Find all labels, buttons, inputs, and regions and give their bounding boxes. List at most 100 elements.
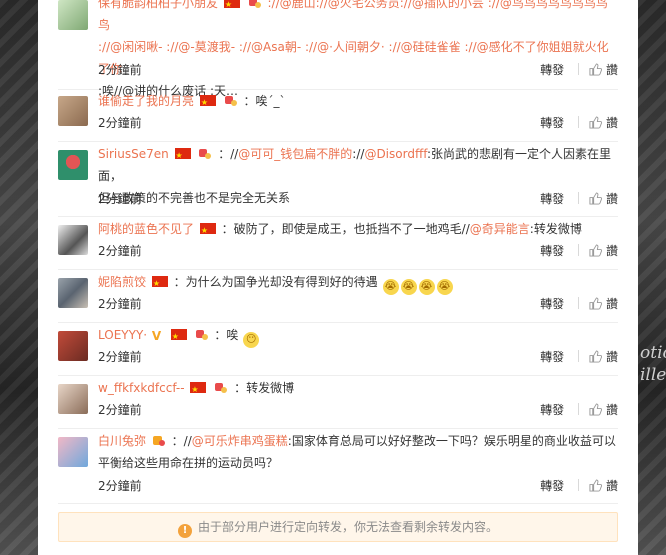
china-flag-icon xyxy=(151,273,168,295)
mention-link[interactable]: @Disordfff xyxy=(364,147,427,161)
china-flag-icon xyxy=(199,220,216,242)
medal-icon xyxy=(224,96,237,106)
timestamp: 2分鐘前 xyxy=(98,297,142,311)
avatar[interactable] xyxy=(58,331,88,361)
comment-meta: 2分鐘前 轉發 讚 xyxy=(98,242,618,260)
timestamp: 2分鐘前 xyxy=(98,63,142,77)
username-link[interactable]: 白川兔弥 xyxy=(98,434,146,448)
notice-text: 由于部分用户进行定向转发，你无法查看剩余转发内容。 xyxy=(197,520,498,534)
comment-meta: 2分鐘前 轉發 讚 xyxy=(98,401,618,419)
list-item: 阿桃的蓝色不见了 ：破防了，即使是成王，也抵挡不了一地鸡毛//@奇异能言:转发微… xyxy=(58,217,618,270)
avatar[interactable] xyxy=(58,225,88,255)
like-button[interactable]: 讚 xyxy=(577,477,618,495)
thumbs-up-icon xyxy=(589,403,602,416)
username-link[interactable]: 保有脆韵柏柏子小朋友 xyxy=(98,0,218,10)
list-item: LOEYYY· V ：唉 😶 2分鐘前 轉發 讚 xyxy=(58,323,618,376)
thumbs-up-icon xyxy=(589,63,602,76)
thumbs-up-icon xyxy=(589,116,602,129)
background-photo-left xyxy=(0,0,38,555)
verified-v-icon: V xyxy=(151,329,162,343)
timestamp: 2分鐘前 xyxy=(98,350,142,364)
list-item: w_ffkfxkdfccf-- ：转发微博 2分鐘前 轉發 讚 xyxy=(58,376,618,429)
avatar[interactable] xyxy=(58,437,88,467)
crying-emoji-icon: 😭 xyxy=(418,279,435,295)
comment-text: ：转发微博 xyxy=(234,381,295,395)
username-link[interactable]: 阿桃的蓝色不见了 xyxy=(98,222,194,236)
forward-button[interactable]: 轉發 xyxy=(540,190,564,208)
username-link[interactable]: 妮陷煎饺 xyxy=(98,275,146,289)
crying-emoji-icon: 😭 xyxy=(382,279,399,295)
forward-button[interactable]: 轉發 xyxy=(540,295,564,313)
forward-button[interactable]: 轉發 xyxy=(540,477,564,495)
avatar[interactable] xyxy=(58,0,88,30)
medal-icon xyxy=(248,0,261,8)
like-button[interactable]: 讚 xyxy=(577,61,618,79)
avatar[interactable] xyxy=(58,96,88,126)
like-button[interactable]: 讚 xyxy=(577,114,618,132)
crying-emoji-icon: 😭 xyxy=(400,279,417,295)
timestamp: 2分鐘前 xyxy=(98,192,142,206)
avatar[interactable] xyxy=(58,278,88,308)
china-flag-icon xyxy=(190,379,207,401)
mention-link[interactable]: @可乐炸串鸡蛋糕 xyxy=(192,434,288,448)
background-photo-right xyxy=(638,0,666,555)
avatar[interactable] xyxy=(58,150,88,180)
comment-text: ：唉 xyxy=(214,328,239,342)
repost-list-panel: 保有脆韵柏柏子小朋友 ://@鹿山://@火宅公务员://@插队的小芸 ://@… xyxy=(38,0,638,555)
mention-link[interactable]: @可可_钱包扁不胖的 xyxy=(238,147,352,161)
face-emoji-icon: 😶 xyxy=(243,332,260,348)
timestamp: 2分鐘前 xyxy=(98,116,142,130)
list-item: 白川兔弥 ：//@可乐炸串鸡蛋糕:国家体育总局可以好好整改一下吗？娱乐明星的商业… xyxy=(58,429,618,504)
medal-icon xyxy=(152,436,165,446)
forward-button[interactable]: 轉發 xyxy=(540,348,564,366)
comment-meta: 2分鐘前 轉發 讚 xyxy=(98,477,618,495)
thumbs-up-icon xyxy=(589,192,602,205)
comment-meta: 2分鐘前 轉發 讚 xyxy=(98,114,618,132)
thumbs-up-icon xyxy=(589,244,602,257)
like-button[interactable]: 讚 xyxy=(577,348,618,366)
timestamp: 2分鐘前 xyxy=(98,403,142,417)
forward-button[interactable]: 轉發 xyxy=(540,114,564,132)
comment-meta: 2分鐘前 轉發 讚 xyxy=(98,61,618,79)
forward-button[interactable]: 轉發 xyxy=(540,242,564,260)
medal-icon xyxy=(199,149,212,159)
comment-text: 平衡给这些用命在拼的运动员吗？ xyxy=(98,456,279,470)
like-button[interactable]: 讚 xyxy=(577,190,618,208)
warning-icon: ! xyxy=(177,524,192,538)
comment-meta: 2分鐘前 轉發 讚 xyxy=(98,348,618,366)
username-link[interactable]: SiriusSe7en xyxy=(98,147,169,161)
list-item: 谁偷走了我的月亮 ：唉ˊ_ˋ 2分鐘前 轉發 讚 xyxy=(58,89,618,142)
username-link[interactable]: w_ffkfxkdfccf-- xyxy=(98,381,185,395)
mention-link[interactable]: @奇异能言 xyxy=(470,222,530,236)
forward-button[interactable]: 轉發 xyxy=(540,61,564,79)
comment-meta: 2分鐘前 轉發 讚 xyxy=(98,190,618,208)
thumbs-up-icon xyxy=(589,479,602,492)
background-text: otic xyxy=(640,343,666,363)
comment-text: ：为什么为国争光却没有得到好的待遇 xyxy=(173,275,378,289)
china-flag-icon xyxy=(199,92,216,114)
background-text: ille xyxy=(640,365,666,385)
china-flag-icon xyxy=(174,145,191,167)
medal-icon xyxy=(195,330,208,340)
thumbs-up-icon xyxy=(589,350,602,363)
list-item: 妮陷煎饺 ：为什么为国争光却没有得到好的待遇 😭😭😭😭 2分鐘前 轉發 讚 xyxy=(58,270,618,323)
username-link[interactable]: LOEYYY· xyxy=(98,328,147,342)
list-item: SiriusSe7en ：//@可可_钱包扁不胖的://@Disordfff:张… xyxy=(58,142,618,217)
medal-icon xyxy=(215,383,228,393)
china-flag-icon xyxy=(170,326,187,348)
timestamp: 2分鐘前 xyxy=(98,479,142,493)
crying-emoji-icon: 😭 xyxy=(436,279,453,295)
forward-button[interactable]: 轉發 xyxy=(540,401,564,419)
thumbs-up-icon xyxy=(589,297,602,310)
username-link[interactable]: 谁偷走了我的月亮 xyxy=(98,94,194,108)
comment-text: ：唉ˊ_ˋ xyxy=(243,94,286,108)
like-button[interactable]: 讚 xyxy=(577,295,618,313)
comment-meta: 2分鐘前 轉發 讚 xyxy=(98,295,618,313)
timestamp: 2分鐘前 xyxy=(98,244,142,258)
china-flag-icon xyxy=(223,0,240,16)
restricted-repost-notice: ! 由于部分用户进行定向转发，你无法查看剩余转发内容。 xyxy=(58,512,618,542)
avatar[interactable] xyxy=(58,384,88,414)
list-item: 保有脆韵柏柏子小朋友 ://@鹿山://@火宅公务员://@插队的小芸 ://@… xyxy=(58,0,618,98)
like-button[interactable]: 讚 xyxy=(577,401,618,419)
like-button[interactable]: 讚 xyxy=(577,242,618,260)
